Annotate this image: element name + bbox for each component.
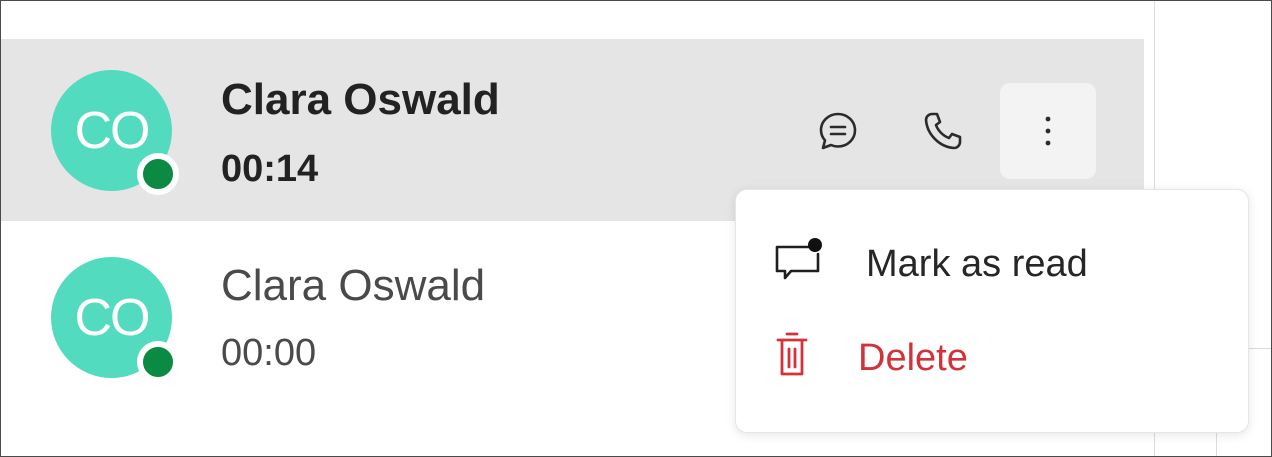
contact-name: Clara Oswald — [221, 75, 500, 124]
online-status-dot — [137, 341, 179, 383]
delete-label: Delete — [858, 337, 968, 379]
more-vertical-icon — [1045, 116, 1051, 146]
call-button[interactable] — [895, 83, 991, 179]
mark-as-read-label: Mark as read — [866, 243, 1088, 285]
avatar-initials: CO — [74, 101, 151, 160]
contact-name: Clara Oswald — [221, 261, 486, 310]
mark-read-icon — [775, 238, 822, 280]
message-button[interactable] — [790, 83, 886, 179]
phone-icon — [924, 112, 962, 150]
trash-icon — [776, 332, 808, 376]
conversation-list-panel: CO Clara Oswald 00:14 CO Clara Oswald 00… — [0, 0, 1272, 457]
more-options-button[interactable] — [1000, 83, 1096, 179]
call-duration: 00:00 — [221, 332, 317, 374]
avatar-initials: CO — [74, 288, 151, 347]
delete-menu-item[interactable]: Delete — [736, 318, 1248, 398]
mark-as-read-menu-item[interactable]: Mark as read — [736, 224, 1248, 304]
call-duration: 00:14 — [221, 148, 319, 190]
conversation-context-menu: Mark as read Delete — [735, 189, 1249, 433]
chat-bubble-icon — [819, 112, 857, 150]
online-status-dot — [137, 153, 179, 195]
